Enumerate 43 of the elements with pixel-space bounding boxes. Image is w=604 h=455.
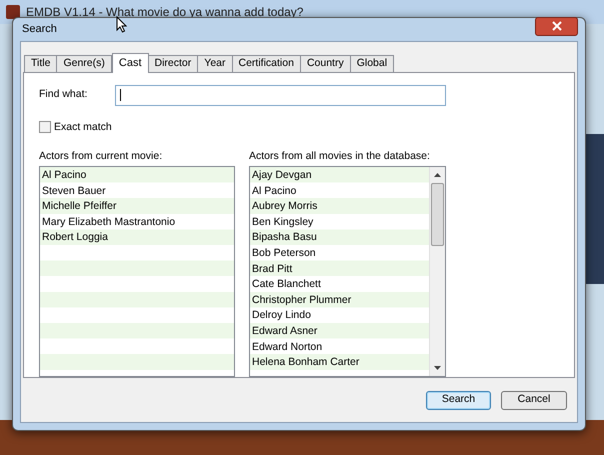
tab[interactable]: Director: [148, 54, 198, 72]
film-icon: [6, 5, 20, 19]
list-item[interactable]: Bipasha Basu: [250, 230, 429, 246]
cancel-button[interactable]: Cancel: [501, 390, 567, 410]
tab[interactable]: Cast: [112, 52, 149, 72]
all-actors-label: Actors from all movies in the database:: [249, 149, 431, 164]
close-icon: [552, 21, 562, 32]
scroll-up-icon[interactable]: [434, 173, 441, 177]
find-input-field[interactable]: [115, 84, 446, 106]
list-item[interactable]: Aubrey Morris: [250, 199, 429, 215]
list-item[interactable]: Bob Peterson: [250, 246, 429, 262]
scroll-down-icon[interactable]: [434, 366, 441, 370]
list-item[interactable]: Mary Elizabeth Mastrantonio: [40, 214, 234, 230]
checkbox[interactable]: [39, 121, 51, 134]
close-button[interactable]: [535, 16, 578, 36]
current-actors-label: Actors from current movie:: [39, 149, 164, 164]
list-item[interactable]: Ben Kingsley: [250, 214, 429, 230]
list-item[interactable]: Steven Bauer: [40, 184, 234, 200]
list-item[interactable]: Brad Pitt: [250, 262, 429, 278]
list-item[interactable]: Edward Asner: [250, 324, 429, 340]
scrollbar[interactable]: [429, 167, 445, 376]
list-item[interactable]: Cate Blanchett: [250, 277, 429, 293]
mouse-pointer-icon: [116, 16, 127, 33]
list-item[interactable]: Robert Loggia: [40, 230, 234, 246]
exact-match-label: Exact match: [54, 120, 112, 134]
scrollbar-thumb[interactable]: [431, 183, 444, 246]
search-button[interactable]: Search: [426, 390, 491, 410]
list-item[interactable]: Al Pacino: [40, 168, 234, 184]
list-item[interactable]: Helena Bonham Carter: [250, 355, 429, 371]
list-item[interactable]: Al Pacino: [250, 184, 429, 200]
list-item[interactable]: Edward Norton: [250, 340, 429, 356]
list-item[interactable]: Delroy Lindo: [250, 308, 429, 324]
tab[interactable]: Year: [197, 54, 232, 72]
dialog-title: Search: [21, 22, 57, 37]
list-item[interactable]: Michelle Pfeiffer: [40, 199, 234, 215]
tab[interactable]: Title: [24, 54, 58, 72]
tab[interactable]: Certification: [232, 54, 301, 72]
tab[interactable]: Global: [350, 54, 394, 72]
tab[interactable]: Country: [300, 54, 351, 72]
list-item[interactable]: Christopher Plummer: [250, 292, 429, 308]
tab[interactable]: Genre(s): [56, 54, 112, 72]
find-label: Find what:: [39, 87, 88, 102]
list-item[interactable]: Ajay Devgan: [250, 168, 429, 184]
